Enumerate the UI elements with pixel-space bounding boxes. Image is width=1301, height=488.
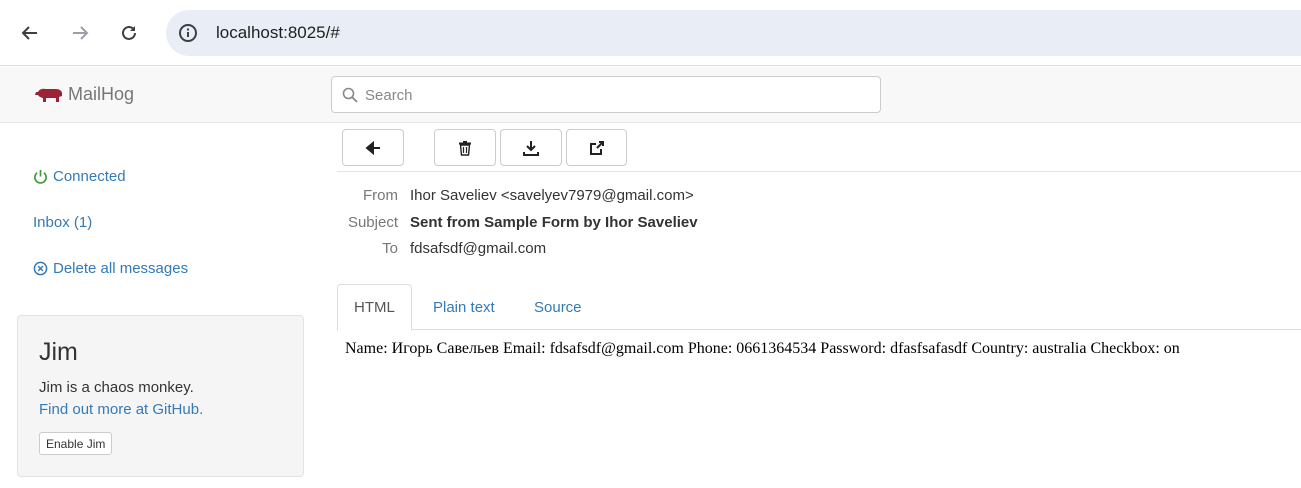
jim-title: Jim (39, 338, 78, 366)
message-body: Name: Игорь Савельев Email: fdsafsdf@gma… (345, 340, 1180, 357)
remove-circle-icon (33, 261, 48, 276)
pig-logo-icon (35, 88, 62, 102)
from-label: From (363, 187, 398, 204)
app-navbar: MailHog (0, 67, 1301, 123)
arrow-right-icon (73, 26, 89, 40)
search-icon (342, 87, 358, 103)
tab-plain-text[interactable]: Plain text (417, 284, 511, 330)
back-to-inbox-button[interactable] (342, 129, 404, 166)
search-box[interactable] (331, 76, 881, 113)
arrow-left-icon (365, 140, 380, 155)
power-icon (34, 169, 47, 184)
divider (337, 171, 1301, 172)
browser-toolbar: localhost:8025/# (0, 0, 1301, 66)
jim-panel: Jim Jim is a chaos monkey. Find out more… (17, 315, 304, 477)
download-button[interactable] (500, 129, 562, 166)
delete-all-link[interactable]: Delete all messages (33, 260, 188, 277)
url-text[interactable]: localhost:8025/# (216, 23, 340, 43)
download-icon (523, 140, 539, 156)
jim-github-link[interactable]: Find out more at GitHub. (39, 401, 203, 418)
search-input[interactable] (365, 83, 865, 107)
info-icon[interactable] (178, 23, 198, 43)
share-icon (589, 140, 604, 155)
delete-all-label[interactable]: Delete all messages (53, 260, 188, 277)
from-value: Ihor Saveliev <savelyev7979@gmail.com> (410, 187, 694, 204)
arrow-left-icon (21, 26, 37, 40)
tab-html[interactable]: HTML (337, 284, 412, 331)
subject-value: Sent from Sample Form by Ihor Saveliev (410, 214, 698, 231)
reload-icon (122, 25, 136, 40)
enable-jim-button[interactable]: Enable Jim (39, 432, 113, 455)
address-bar[interactable]: localhost:8025/# (166, 10, 1301, 56)
release-button[interactable] (566, 129, 627, 166)
tab-source[interactable]: Source (518, 284, 598, 330)
brand-link[interactable]: MailHog (34, 84, 134, 105)
sidebar-item-inbox[interactable]: Inbox (1) (33, 214, 92, 231)
trash-icon (459, 140, 471, 156)
brand-name: MailHog (68, 84, 135, 104)
connected-label: Connected (53, 168, 126, 185)
to-label: To (382, 240, 398, 257)
to-value: fdsafsdf@gmail.com (410, 240, 547, 257)
delete-message-button[interactable] (434, 129, 496, 166)
jim-description: Jim is a chaos monkey. (39, 379, 194, 396)
forward-button[interactable] (64, 17, 96, 49)
connection-status: Connected (33, 168, 126, 185)
subject-label: Subject (347, 214, 398, 231)
inbox-label[interactable]: Inbox (1) (33, 214, 92, 231)
back-button[interactable] (14, 17, 46, 49)
reload-button[interactable] (113, 17, 145, 49)
message-tabs: HTML Plain text Source (337, 284, 1301, 331)
